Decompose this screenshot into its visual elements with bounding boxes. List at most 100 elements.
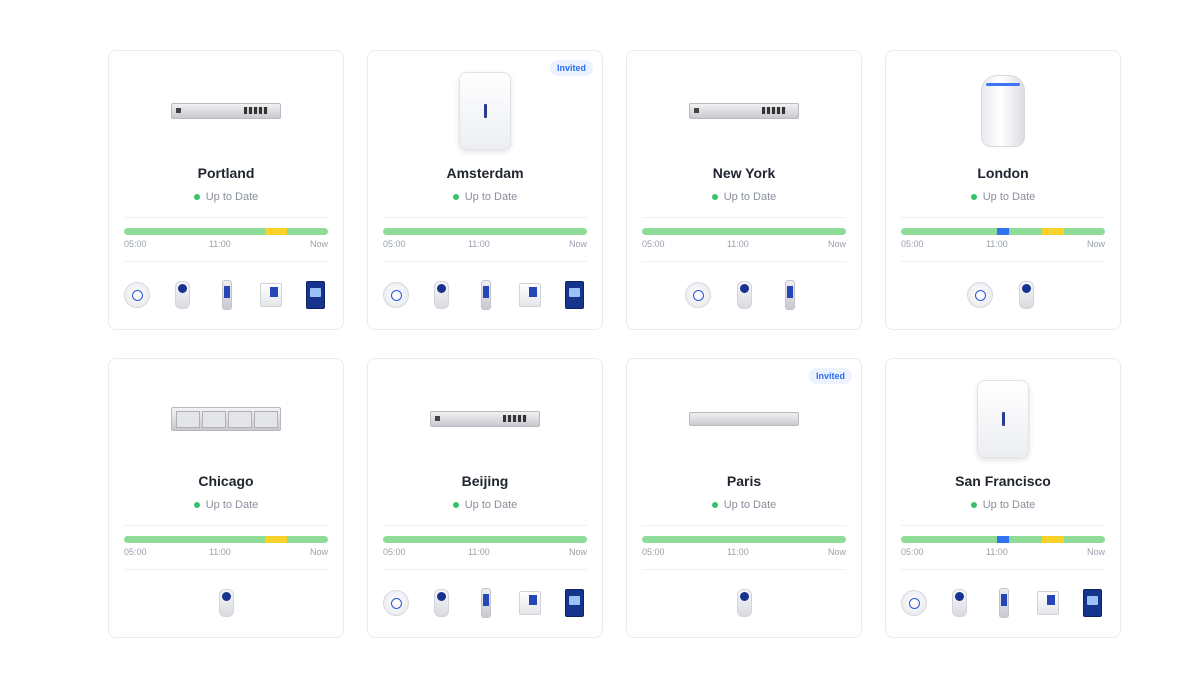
camera-icon[interactable] <box>213 588 239 618</box>
uptime-bar[interactable] <box>642 228 846 235</box>
uptime-bar[interactable] <box>383 228 587 235</box>
status-dot-icon <box>711 502 718 508</box>
site-name: Beijing <box>461 473 509 489</box>
camera-icon[interactable] <box>731 280 757 310</box>
site-card-amsterdam[interactable]: Invited Amsterdam Up to Date 05:00 11:00… <box>367 50 603 330</box>
door-reader-icon[interactable] <box>474 280 499 310</box>
status-text: Up to Date <box>723 499 777 511</box>
uptime-segment-warning[interactable] <box>1041 536 1065 543</box>
client-devices <box>642 583 846 623</box>
camera-icon[interactable] <box>429 588 454 618</box>
site-name: Paris <box>726 473 762 489</box>
door-reader-icon[interactable] <box>992 588 1017 618</box>
rack-server-icon <box>689 412 799 426</box>
divider <box>901 569 1105 570</box>
access-hub-icon[interactable] <box>1036 588 1061 618</box>
access-point-icon[interactable] <box>383 280 409 310</box>
access-point-icon[interactable] <box>383 588 409 618</box>
status-text: Up to Date <box>205 499 259 511</box>
status-text: Up to Date <box>464 499 518 511</box>
uptime-bar[interactable] <box>642 536 846 543</box>
site-status: Up to Date <box>886 191 1120 203</box>
site-card-london[interactable]: London Up to Date 05:00 11:00 Now <box>885 50 1121 330</box>
door-reader-icon[interactable] <box>777 280 803 310</box>
status-dot-icon <box>193 502 200 508</box>
timeline-start-label: 05:00 <box>901 239 924 249</box>
timeline-mid-label: 11:00 <box>467 239 490 249</box>
timeline-start-label: 05:00 <box>124 239 147 249</box>
device-image <box>627 61 861 161</box>
access-hub-icon[interactable] <box>518 280 543 310</box>
site-card-beijing[interactable]: Beijing Up to Date 05:00 11:00 Now <box>367 358 603 638</box>
device-image <box>368 369 602 469</box>
divider <box>383 525 587 526</box>
uptime-bar[interactable] <box>124 536 328 543</box>
switch-icon <box>171 103 281 119</box>
client-devices <box>124 583 328 623</box>
access-hub-icon[interactable] <box>518 588 543 618</box>
display-icon[interactable] <box>563 280 588 310</box>
door-reader-icon[interactable] <box>474 588 499 618</box>
client-devices <box>901 275 1105 315</box>
status-text: Up to Date <box>982 191 1036 203</box>
access-point-icon[interactable] <box>901 588 927 618</box>
site-name: Chicago <box>198 473 254 489</box>
camera-icon[interactable] <box>1013 280 1039 310</box>
uptime-bar[interactable] <box>901 536 1105 543</box>
site-name: London <box>977 165 1029 181</box>
nvr-icon <box>171 407 281 431</box>
divider <box>901 217 1105 218</box>
site-card-portland[interactable]: Portland Up to Date 05:00 11:00 Now <box>108 50 344 330</box>
timeline-end-label: Now <box>309 547 328 557</box>
site-status: Up to Date <box>368 499 602 511</box>
uptime-segment-event[interactable] <box>996 536 1010 543</box>
display-icon[interactable] <box>563 588 588 618</box>
timeline-start-label: 05:00 <box>901 547 924 557</box>
site-card-new-york[interactable]: New York Up to Date 05:00 11:00 Now <box>626 50 862 330</box>
camera-icon[interactable] <box>947 588 972 618</box>
site-status: Up to Date <box>627 191 861 203</box>
display-icon[interactable] <box>304 280 329 310</box>
access-point-icon[interactable] <box>967 280 993 310</box>
tower-gateway-icon <box>981 75 1025 147</box>
site-card-san-francisco[interactable]: San Francisco Up to Date 05:00 11:00 Now <box>885 358 1121 638</box>
site-status: Up to Date <box>627 499 861 511</box>
device-image <box>109 369 343 469</box>
divider <box>901 261 1105 262</box>
site-card-chicago[interactable]: Chicago Up to Date 05:00 11:00 Now <box>108 358 344 638</box>
timeline-mid-label: 11:00 <box>985 239 1008 249</box>
uptime-bar[interactable] <box>383 536 587 543</box>
device-image <box>627 369 861 469</box>
uptime-segment-event[interactable] <box>996 228 1010 235</box>
uptime-bar[interactable] <box>901 228 1105 235</box>
uptime-segment-warning[interactable] <box>264 228 288 235</box>
camera-icon[interactable] <box>170 280 195 310</box>
divider <box>642 261 846 262</box>
camera-icon[interactable] <box>429 280 454 310</box>
site-name: Portland <box>197 165 255 181</box>
access-point-icon[interactable] <box>124 280 150 310</box>
display-icon[interactable] <box>1081 588 1106 618</box>
site-card-paris[interactable]: Invited Paris Up to Date 05:00 11:00 Now <box>626 358 862 638</box>
timeline-mid-label: 11:00 <box>726 239 749 249</box>
site-status: Up to Date <box>368 191 602 203</box>
client-devices <box>383 275 587 315</box>
status-dot-icon <box>452 502 459 508</box>
client-devices <box>901 583 1105 623</box>
status-text: Up to Date <box>464 191 518 203</box>
uptime-segment-warning[interactable] <box>264 536 288 543</box>
uptime-segment-warning[interactable] <box>1041 228 1065 235</box>
door-reader-icon[interactable] <box>215 280 240 310</box>
access-hub-icon[interactable] <box>259 280 284 310</box>
access-point-icon[interactable] <box>685 280 711 310</box>
timeline-end-label: Now <box>827 547 846 557</box>
timeline-mid-label: 11:00 <box>467 547 490 557</box>
uptime-bar[interactable] <box>124 228 328 235</box>
camera-icon[interactable] <box>731 588 757 618</box>
divider <box>383 217 587 218</box>
device-image <box>886 369 1120 469</box>
site-name: San Francisco <box>955 473 1051 489</box>
device-image <box>886 61 1120 161</box>
divider <box>124 525 328 526</box>
client-devices <box>124 275 328 315</box>
